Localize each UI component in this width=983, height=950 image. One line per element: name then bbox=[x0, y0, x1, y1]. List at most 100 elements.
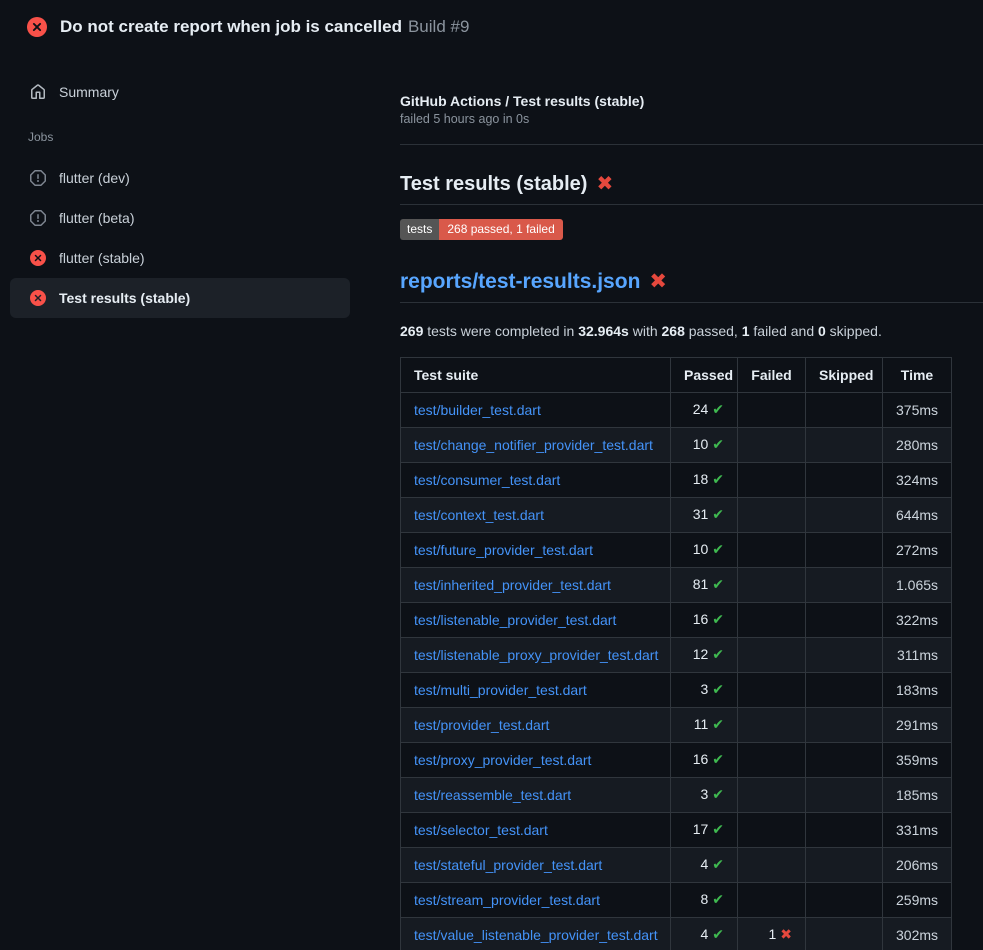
build-number: Build #9 bbox=[408, 17, 469, 36]
test-suite-link[interactable]: test/reassemble_test.dart bbox=[414, 787, 571, 803]
column-header-skipped: Skipped bbox=[806, 358, 883, 393]
time-cell: 359ms bbox=[883, 743, 952, 778]
test-suite-cell: test/reassemble_test.dart bbox=[401, 778, 671, 813]
passed-cell: 16✔ bbox=[671, 603, 738, 638]
skipped-cell bbox=[806, 568, 883, 603]
test-suite-cell: test/multi_provider_test.dart bbox=[401, 673, 671, 708]
badge-value: 268 passed, 1 failed bbox=[439, 219, 562, 240]
time-cell: 272ms bbox=[883, 533, 952, 568]
table-row: test/change_notifier_provider_test.dart 1… bbox=[401, 428, 952, 463]
skipped-cell bbox=[806, 848, 883, 883]
skipped-cell bbox=[806, 778, 883, 813]
test-suite-link[interactable]: test/future_provider_test.dart bbox=[414, 542, 593, 558]
check-icon: ✔ bbox=[712, 647, 724, 663]
summary-segment: skipped. bbox=[826, 323, 882, 339]
test-suite-link[interactable]: test/change_notifier_provider_test.dart bbox=[414, 437, 653, 453]
skipped-cell bbox=[806, 708, 883, 743]
test-suite-link[interactable]: test/stream_provider_test.dart bbox=[414, 892, 600, 908]
section-title-text: Test results (stable) bbox=[400, 173, 587, 195]
passed-cell: 81✔ bbox=[671, 568, 738, 603]
test-suite-link[interactable]: test/multi_provider_test.dart bbox=[414, 682, 587, 698]
skipped-cell bbox=[806, 813, 883, 848]
report-file-link[interactable]: reports/test-results.json bbox=[400, 270, 640, 293]
count-value: 11 bbox=[694, 716, 709, 732]
passed-cell: 4✔ bbox=[671, 918, 738, 950]
sidebar-item-flutter-stable[interactable]: flutter (stable) bbox=[10, 238, 350, 278]
count-value: 3 bbox=[700, 786, 708, 802]
failed-cell bbox=[738, 813, 806, 848]
sidebar-item-flutter-dev[interactable]: flutter (dev) bbox=[10, 158, 350, 198]
test-suite-link[interactable]: test/inherited_provider_test.dart bbox=[414, 577, 611, 593]
table-row: test/future_provider_test.dart10✔272ms bbox=[401, 533, 952, 568]
check-icon: ✔ bbox=[712, 437, 724, 453]
test-suite-link[interactable]: test/listenable_provider_test.dart bbox=[414, 612, 616, 628]
passed-cell: 10✔ bbox=[671, 428, 738, 463]
failed-cell bbox=[738, 848, 806, 883]
table-row: test/listenable_provider_test.dart16✔322… bbox=[401, 603, 952, 638]
test-suite-cell: test/future_provider_test.dart bbox=[401, 533, 671, 568]
check-icon: ✔ bbox=[712, 717, 724, 733]
test-suite-cell: test/listenable_proxy_provider_test.dart bbox=[401, 638, 671, 673]
table-row: test/selector_test.dart17✔331ms bbox=[401, 813, 952, 848]
test-suite-link[interactable]: test/consumer_test.dart bbox=[414, 472, 560, 488]
failed-cell bbox=[738, 743, 806, 778]
test-suite-link[interactable]: test/listenable_proxy_provider_test.dart bbox=[414, 647, 658, 663]
passed-cell: 3✔ bbox=[671, 673, 738, 708]
time-cell: 185ms bbox=[883, 778, 952, 813]
summary-segment: passed, bbox=[685, 323, 742, 339]
passed-cell: 17✔ bbox=[671, 813, 738, 848]
passed-cell: 12✔ bbox=[671, 638, 738, 673]
table-row: test/builder_test.dart24✔375ms bbox=[401, 393, 952, 428]
check-icon: ✔ bbox=[712, 472, 724, 488]
test-suite-link[interactable]: test/provider_test.dart bbox=[414, 717, 549, 733]
test-suite-cell: test/value_listenable_provider_test.dart bbox=[401, 918, 671, 950]
run-status-text: failed 5 hours ago in 0s bbox=[400, 111, 983, 127]
passed-cell: 16✔ bbox=[671, 743, 738, 778]
report-title: reports/test-results.json ✖ bbox=[400, 266, 983, 303]
breadcrumb[interactable]: GitHub Actions / Test results (stable) bbox=[400, 92, 983, 111]
test-suite-link[interactable]: test/selector_test.dart bbox=[414, 822, 548, 838]
sidebar-item-flutter-beta[interactable]: flutter (beta) bbox=[10, 198, 350, 238]
test-suite-link[interactable]: test/value_listenable_provider_test.dart bbox=[414, 927, 658, 943]
column-header-failed: Failed bbox=[738, 358, 806, 393]
count-value: 10 bbox=[693, 541, 709, 557]
test-suite-cell: test/proxy_provider_test.dart bbox=[401, 743, 671, 778]
passed-cell: 4✔ bbox=[671, 848, 738, 883]
time-cell: 291ms bbox=[883, 708, 952, 743]
skipped-cell bbox=[806, 393, 883, 428]
skipped-cell bbox=[806, 498, 883, 533]
stop-icon bbox=[30, 170, 46, 186]
check-icon: ✔ bbox=[712, 577, 724, 593]
home-icon bbox=[30, 84, 46, 100]
count-value: 24 bbox=[693, 401, 709, 417]
passed-cell: 8✔ bbox=[671, 883, 738, 918]
time-cell: 206ms bbox=[883, 848, 952, 883]
cross-icon: ✖ bbox=[780, 927, 792, 943]
failed-cell bbox=[738, 638, 806, 673]
x-circle-icon bbox=[30, 290, 46, 306]
check-icon: ✔ bbox=[712, 857, 724, 873]
passed-cell: 31✔ bbox=[671, 498, 738, 533]
skipped-cell bbox=[806, 533, 883, 568]
sidebar-item-label: flutter (dev) bbox=[59, 170, 130, 186]
sidebar-item-test-results-stable[interactable]: Test results (stable) bbox=[10, 278, 350, 318]
failed-cell bbox=[738, 603, 806, 638]
check-icon: ✔ bbox=[712, 507, 724, 523]
test-suite-cell: test/selector_test.dart bbox=[401, 813, 671, 848]
test-suite-link[interactable]: test/context_test.dart bbox=[414, 507, 544, 523]
check-icon: ✔ bbox=[712, 787, 724, 803]
time-cell: 183ms bbox=[883, 673, 952, 708]
skipped-cell bbox=[806, 463, 883, 498]
failed-cell bbox=[738, 708, 806, 743]
failed-x-icon: ✖ bbox=[649, 269, 667, 293]
test-suite-link[interactable]: test/builder_test.dart bbox=[414, 402, 541, 418]
test-suite-link[interactable]: test/stateful_provider_test.dart bbox=[414, 857, 602, 873]
skipped-cell bbox=[806, 743, 883, 778]
sidebar-item-summary[interactable]: Summary bbox=[10, 72, 350, 112]
test-suite-link[interactable]: test/proxy_provider_test.dart bbox=[414, 752, 591, 768]
build-title: Do not create report when job is cancell… bbox=[60, 17, 402, 36]
table-row: test/value_listenable_provider_test.dart… bbox=[401, 918, 952, 950]
count-value: 8 bbox=[700, 891, 708, 907]
test-suite-cell: test/consumer_test.dart bbox=[401, 463, 671, 498]
summary-segment: with bbox=[629, 323, 662, 339]
